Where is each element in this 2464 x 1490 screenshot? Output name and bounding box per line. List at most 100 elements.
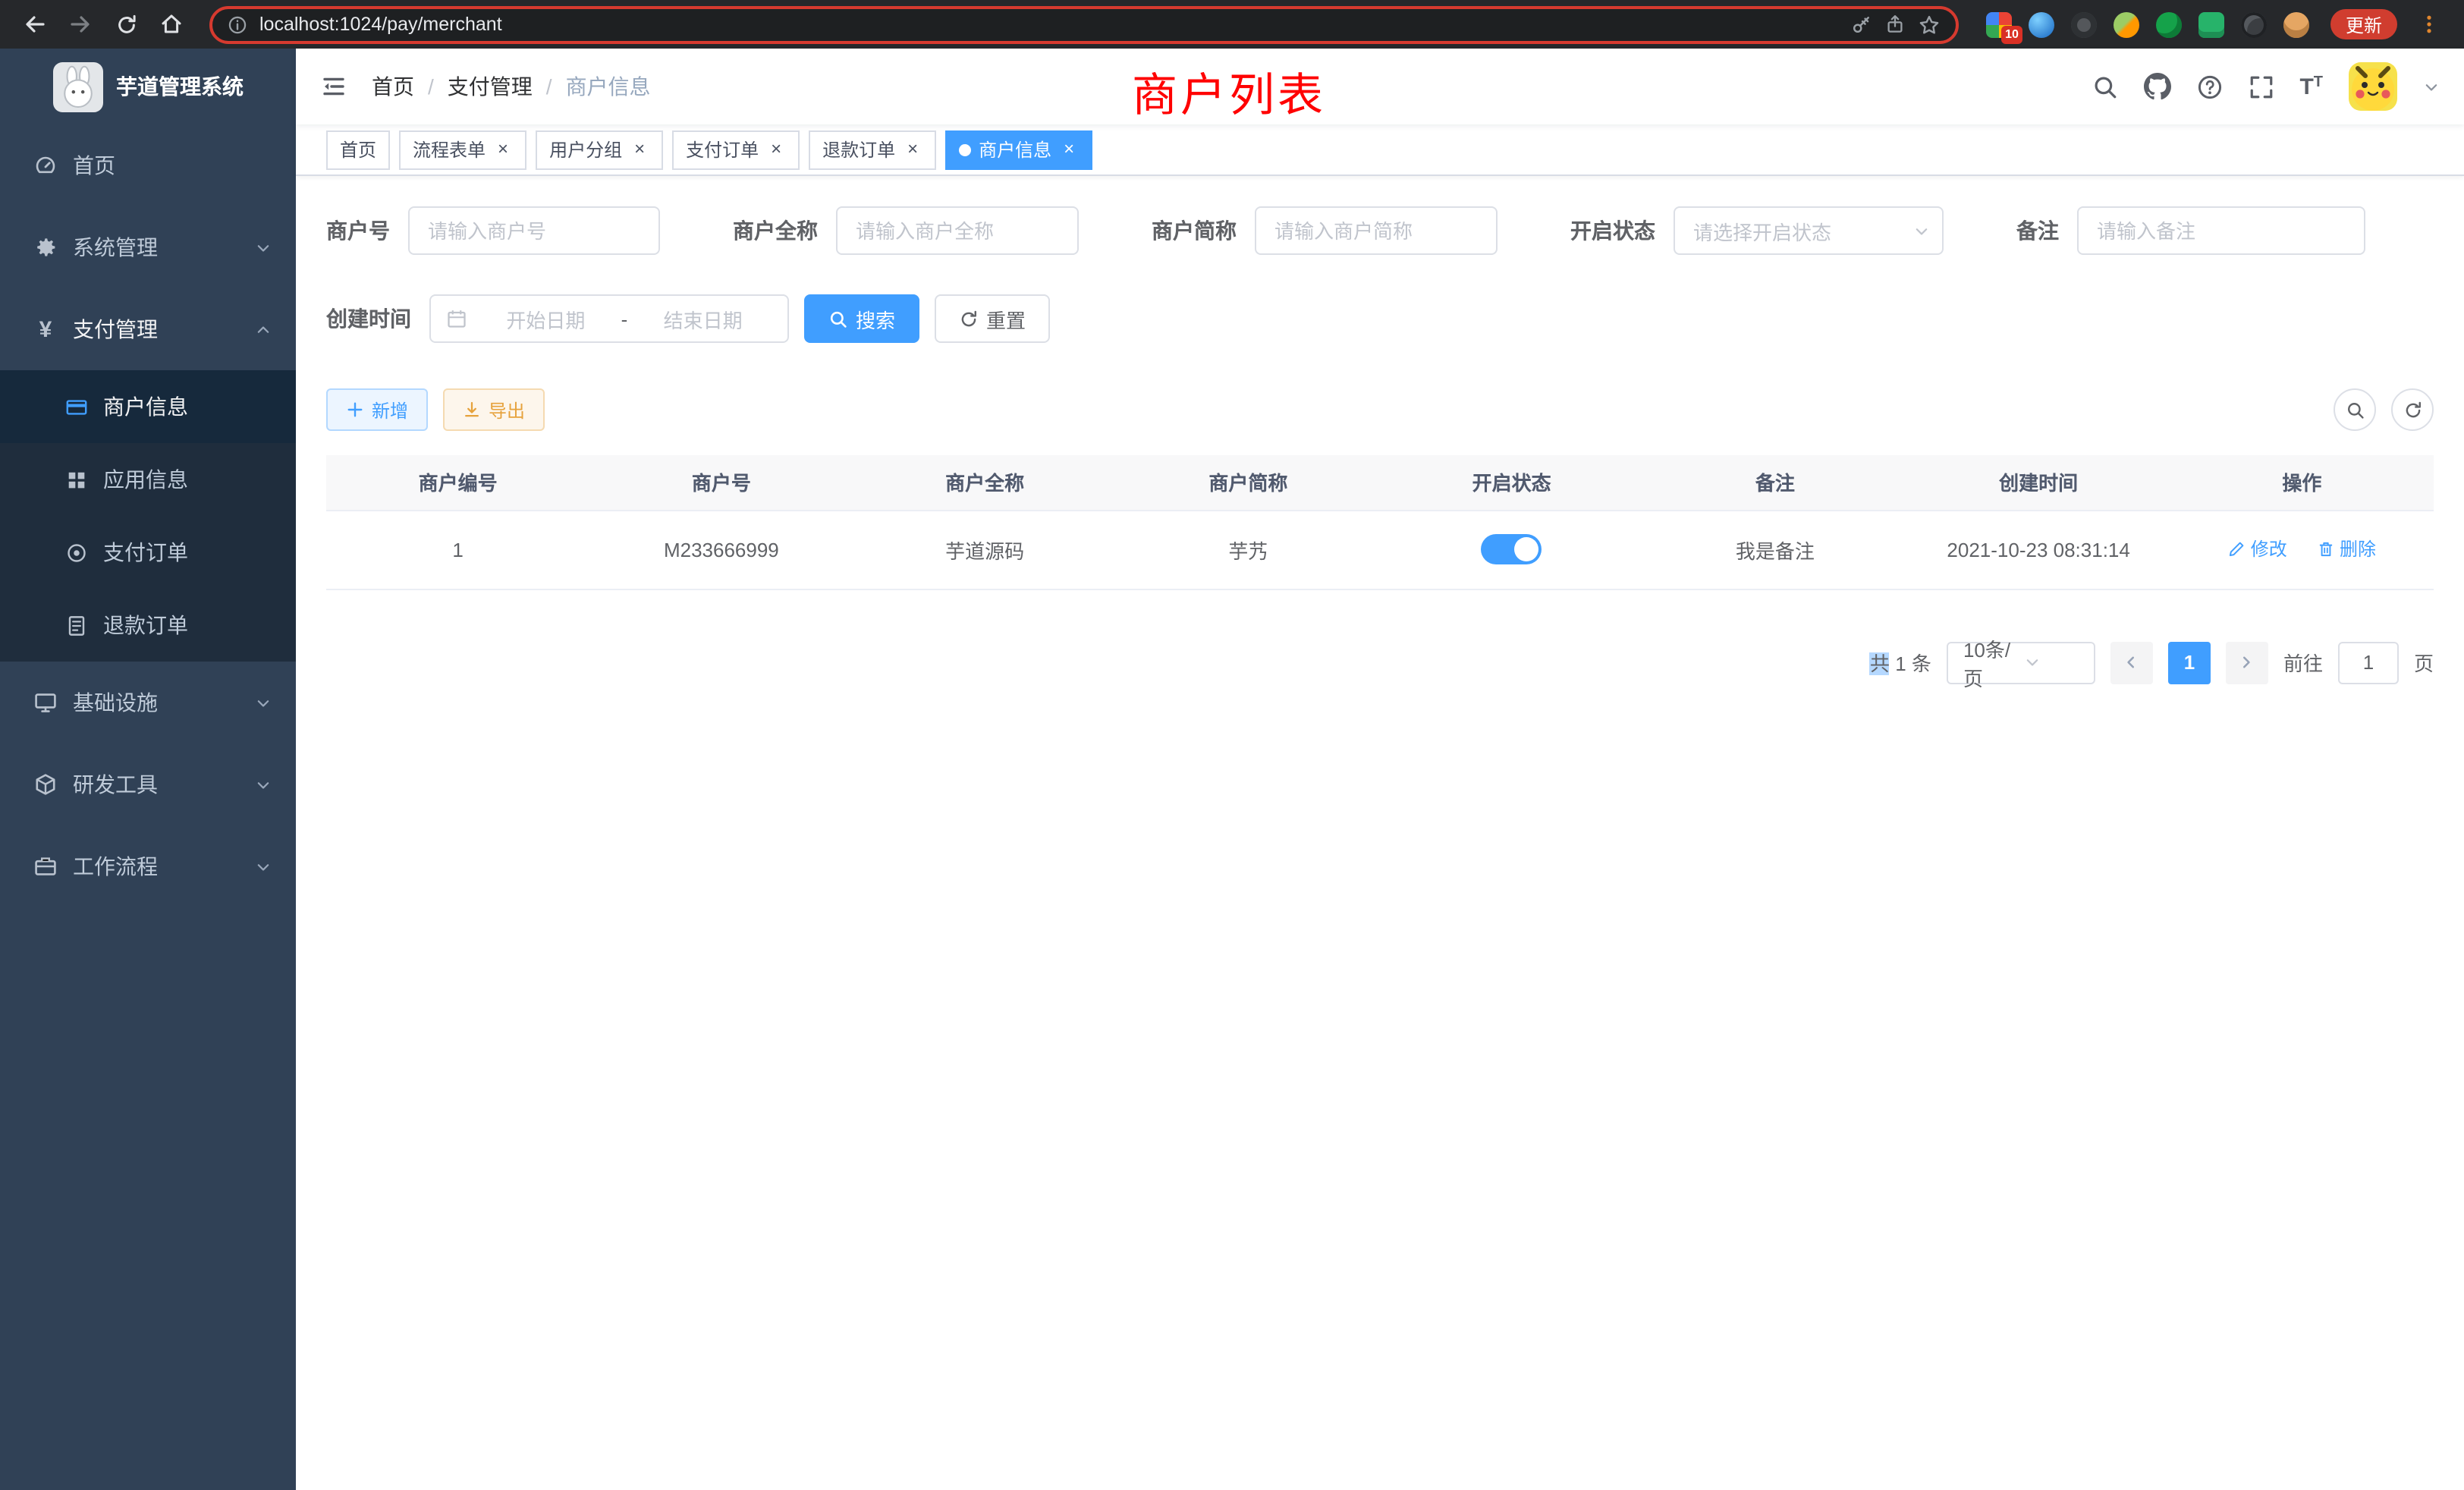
site-info-icon[interactable] <box>228 14 247 34</box>
next-page-button[interactable] <box>2226 641 2268 684</box>
tab-merchant-info[interactable]: 商户信息 × <box>945 130 1092 169</box>
extension-icon[interactable] <box>2198 11 2224 37</box>
chevron-down-icon <box>1913 222 1930 239</box>
export-button[interactable]: 导出 <box>443 388 545 431</box>
remark-input[interactable] <box>2077 206 2365 255</box>
sidebar-item-refund-order[interactable]: 退款订单 <box>0 589 296 662</box>
reset-button[interactable]: 重置 <box>935 294 1050 343</box>
sidebar-item-app-info[interactable]: 应用信息 <box>0 443 296 516</box>
home-icon[interactable] <box>152 5 191 44</box>
refresh-table-button[interactable] <box>2391 388 2434 431</box>
create-time-range-picker[interactable]: 开始日期 - 结束日期 <box>429 294 789 343</box>
breadcrumb-home[interactable]: 首页 <box>372 71 414 102</box>
filter-form-row2: 创建时间 开始日期 - 结束日期 搜索 <box>326 294 2434 343</box>
prev-page-button[interactable] <box>2110 641 2153 684</box>
extension-icon[interactable] <box>2029 11 2054 37</box>
extension-icon[interactable]: 10 <box>1986 11 2012 37</box>
logo-avatar <box>52 61 102 112</box>
extension-icon[interactable] <box>2156 11 2182 37</box>
add-button[interactable]: 新增 <box>326 388 428 431</box>
calendar-icon <box>446 308 467 329</box>
tab-user-group[interactable]: 用户分组 × <box>536 130 663 169</box>
yen-icon: ¥ <box>33 318 58 341</box>
hamburger-icon[interactable] <box>320 73 347 100</box>
extensions-area: 10 <box>1986 11 2309 37</box>
back-icon[interactable] <box>15 5 55 44</box>
status-switch[interactable] <box>1482 534 1542 564</box>
breadcrumb: 首页 / 支付管理 / 商户信息 <box>372 71 651 102</box>
sidebar-item-infra[interactable]: 基础设施 <box>0 662 296 743</box>
extension-icon[interactable] <box>2114 11 2139 37</box>
pagination-total: 共 1 条 <box>1870 648 1931 677</box>
url-text: localhost:1024/pay/merchant <box>259 14 1839 35</box>
password-key-icon[interactable] <box>1851 14 1872 35</box>
tab-home[interactable]: 首页 <box>326 130 390 169</box>
page-number-button[interactable]: 1 <box>2168 641 2211 684</box>
screen: localhost:1024/pay/merchant 10 更新 <box>0 0 2464 1490</box>
gear-icon <box>33 235 58 259</box>
document-icon <box>64 614 88 637</box>
status-select[interactable]: 请选择开启状态 <box>1674 206 1944 255</box>
extension-icon[interactable] <box>2241 11 2267 37</box>
font-size-icon[interactable]: TT <box>2299 75 2323 98</box>
user-avatar[interactable] <box>2349 62 2397 111</box>
search-icon[interactable] <box>2092 74 2117 99</box>
bookmark-star-icon[interactable] <box>1918 13 1941 36</box>
sidebar-item-merchant-info[interactable]: 商户信息 <box>0 370 296 443</box>
tab-refund-order[interactable]: 退款订单 × <box>809 130 936 169</box>
goto-page-input[interactable] <box>2338 641 2399 684</box>
table-row: 1 M233666999 芋道源码 芋艿 我是备注 2021-10-23 08:… <box>326 510 2434 589</box>
table-header-row: 商户编号 商户号 商户全称 商户简称 开启状态 备注 创建时间 操作 <box>326 455 2434 510</box>
sidebar: 芋道管理系统 首页 系统管理 <box>0 49 296 1490</box>
active-dot <box>959 143 971 156</box>
search-button[interactable]: 搜索 <box>804 294 919 343</box>
github-icon[interactable] <box>2143 73 2170 100</box>
browser-update-button[interactable]: 更新 <box>2330 9 2397 39</box>
sidebar-item-devtools[interactable]: 研发工具 <box>0 743 296 825</box>
merchant-no-label: 商户号 <box>326 215 408 246</box>
sidebar-item-system[interactable]: 系统管理 <box>0 206 296 288</box>
delete-button[interactable]: 删除 <box>2317 536 2376 562</box>
edit-button[interactable]: 修改 <box>2228 536 2287 562</box>
full-name-input[interactable] <box>836 206 1079 255</box>
sidebar-item-workflow[interactable]: 工作流程 <box>0 825 296 907</box>
short-name-label: 商户简称 <box>1152 215 1255 246</box>
app-title: 芋道管理系统 <box>116 71 244 102</box>
forward-icon[interactable] <box>61 5 100 44</box>
sidebar-item-payment[interactable]: ¥ 支付管理 <box>0 288 296 370</box>
cell-full-name: 芋道源码 <box>853 510 1117 589</box>
extension-icon[interactable] <box>2071 11 2097 37</box>
sidebar-item-pay-order[interactable]: 支付订单 <box>0 516 296 589</box>
annotation-title: 商户列表 <box>1132 58 1326 124</box>
app-logo[interactable]: 芋道管理系统 <box>0 49 296 124</box>
close-icon[interactable]: × <box>630 140 649 159</box>
app-navbar: 首页 / 支付管理 / 商户信息 <box>296 49 2464 124</box>
breadcrumb-payment[interactable]: 支付管理 <box>448 71 533 102</box>
grid-icon <box>64 468 88 491</box>
sidebar-menu: 首页 系统管理 ¥ 支付管理 <box>0 124 296 907</box>
close-icon[interactable]: × <box>493 140 513 159</box>
fullscreen-icon[interactable] <box>2248 74 2274 99</box>
extension-badge: 10 <box>2001 25 2022 43</box>
show-search-toggle-button[interactable] <box>2334 388 2376 431</box>
short-name-input[interactable] <box>1255 206 1498 255</box>
reload-icon[interactable] <box>106 5 146 44</box>
close-icon[interactable]: × <box>766 140 786 159</box>
sidebar-item-home[interactable]: 首页 <box>0 124 296 206</box>
help-icon[interactable] <box>2196 74 2222 99</box>
browser-toolbar: localhost:1024/pay/merchant 10 更新 <box>0 0 2464 49</box>
page-suffix: 页 <box>2414 648 2434 677</box>
tab-pay-order[interactable]: 支付订单 × <box>672 130 800 169</box>
user-menu-caret-icon[interactable] <box>2423 78 2440 95</box>
payment-submenu: 商户信息 应用信息 支付订单 <box>0 370 296 662</box>
browser-menu-icon[interactable] <box>2409 5 2449 44</box>
close-icon[interactable]: × <box>903 140 922 159</box>
tab-process-form[interactable]: 流程表单 × <box>399 130 526 169</box>
page-size-select[interactable]: 10条/页 <box>1947 641 2095 684</box>
merchant-no-input[interactable] <box>408 206 660 255</box>
close-icon[interactable]: × <box>1059 140 1079 159</box>
full-name-label: 商户全称 <box>733 215 836 246</box>
share-icon[interactable] <box>1884 14 1906 35</box>
address-bar[interactable]: localhost:1024/pay/merchant <box>209 5 1959 43</box>
extension-icon[interactable] <box>2283 11 2309 37</box>
